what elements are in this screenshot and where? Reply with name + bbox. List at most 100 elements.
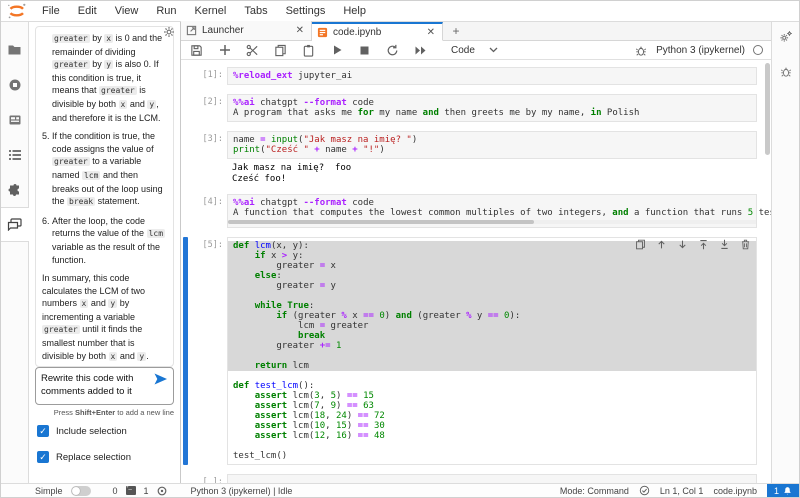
menu-settings[interactable]: Settings <box>277 1 335 21</box>
jupyter-logo-icon <box>7 2 27 20</box>
new-tab-button[interactable]: + <box>443 21 469 40</box>
checkbox-label[interactable]: Replace selection <box>56 452 131 463</box>
cursor-position[interactable]: Ln 1, Col 1 <box>660 486 704 496</box>
inline-code: y <box>108 299 118 309</box>
code-line: if x > y: <box>228 251 756 261</box>
kernel-status-text[interactable]: Python 3 (ipykernel) | Idle <box>191 486 293 496</box>
code-line: while True: <box>228 301 756 311</box>
file-browser-icon[interactable] <box>1 32 29 67</box>
notification-count: 1 <box>773 485 779 496</box>
chat-icon[interactable] <box>0 207 29 242</box>
inline-code: x <box>108 351 118 361</box>
inline-code: greater <box>52 34 90 43</box>
menu-help[interactable]: Help <box>334 1 375 21</box>
cell-editor[interactable]: def lcm(x, y): if x > y: greater = x els… <box>227 237 757 465</box>
delete-icon[interactable] <box>739 238 751 250</box>
checkbox-0[interactable]: ✓ <box>37 425 49 437</box>
tab-launcher-close-icon[interactable]: ✕ <box>294 25 306 36</box>
chat-option-row: ✓ Include selection <box>37 425 174 437</box>
cell-editor[interactable] <box>227 474 757 483</box>
cell-editor[interactable]: %reload_ext jupyter_ai <box>227 67 757 85</box>
inline-code: greater <box>52 157 90 167</box>
cell-editor[interactable]: name = input("Jak masz na imię? ") print(… <box>227 131 757 159</box>
interrupt-kernel-icon[interactable] <box>357 43 372 58</box>
chat-input-value[interactable]: Rewrite this code with comments added to… <box>41 372 150 398</box>
simple-mode-label: Simple <box>35 485 63 496</box>
property-inspector-icon[interactable] <box>1 102 29 137</box>
code-line: A program that asks me for my name and t… <box>233 108 640 118</box>
simple-mode-toggle[interactable] <box>70 485 91 496</box>
launcher-tab-icon <box>186 25 197 36</box>
tab-bar: Launcher ✕ code.ipynb ✕ + <box>181 21 771 41</box>
chevron-down-icon <box>489 47 498 53</box>
duplicate-icon[interactable] <box>634 238 646 250</box>
move-up-icon[interactable] <box>655 238 667 250</box>
copy-cells-icon[interactable] <box>273 43 288 58</box>
chat-input[interactable]: Rewrite this code with comments added to… <box>35 367 174 405</box>
kernel-name[interactable]: Python 3 (ipykernel) <box>656 45 745 56</box>
paste-cells-icon[interactable] <box>301 43 316 58</box>
code-line: assert lcm(18, 24) == 72 <box>254 411 385 421</box>
move-down-icon[interactable] <box>676 238 688 250</box>
kernel-count[interactable]: 1 <box>144 486 149 496</box>
code-cell[interactable]: [2]: %%ai chatgpt --format code A program … <box>187 94 757 122</box>
extensions-icon[interactable] <box>1 172 29 207</box>
ai-list-item: 6. After the loop, the code returns the v… <box>42 215 166 265</box>
code-line: greater = x <box>228 261 756 271</box>
left-activity-bar <box>0 22 29 483</box>
inline-code: lcm <box>146 229 166 239</box>
code-cell[interactable]: [ ]: <box>187 474 757 483</box>
code-cell-selected[interactable]: [5]: def lcm(x, y): if x > y: greater = x… <box>183 237 757 465</box>
tab-notebook-close-icon[interactable]: ✕ <box>425 27 437 38</box>
menu-run[interactable]: Run <box>147 1 185 21</box>
cell-output: Jak masz na imię? foo Cześć foo! <box>227 159 757 185</box>
notebook-scrollbar[interactable] <box>765 63 770 155</box>
cell-hscrollbar[interactable] <box>228 220 756 224</box>
cell-type-dropdown[interactable]: Code <box>451 45 498 56</box>
checkbox-1[interactable]: ✓ <box>37 451 49 463</box>
insert-cell-icon[interactable] <box>217 43 232 58</box>
menu-view[interactable]: View <box>106 1 148 21</box>
menu-file[interactable]: File <box>33 1 69 21</box>
insert-above-icon[interactable] <box>697 238 709 250</box>
inline-code: y <box>147 99 157 109</box>
debugger-sidebar-icon[interactable] <box>780 65 792 78</box>
chat-input-hint: Press Shift+Enter to add a new line <box>53 408 174 417</box>
restart-run-all-icon[interactable] <box>413 43 428 58</box>
menu-tabs[interactable]: Tabs <box>235 1 276 21</box>
menu-kernel[interactable]: Kernel <box>186 1 236 21</box>
chat-panel: greater by x is 0 and the remainder of d… <box>29 22 181 483</box>
ai-paragraph: In summary, this code calculates the LCM… <box>42 273 149 361</box>
code-line: %reload_ext jupyter_ai <box>233 71 353 81</box>
restart-kernel-icon[interactable] <box>385 43 400 58</box>
cell-prompt: [2]: <box>202 97 223 107</box>
run-cell-icon[interactable] <box>329 43 344 58</box>
code-line: test_lcm() <box>233 451 288 461</box>
tab-launcher[interactable]: Launcher ✕ <box>181 21 312 40</box>
cell-editor[interactable]: %%ai chatgpt --format code A program that… <box>227 94 757 122</box>
property-inspector-settings-icon[interactable] <box>779 30 793 43</box>
debugger-bug-icon[interactable] <box>633 43 648 58</box>
menu-edit[interactable]: Edit <box>69 1 106 21</box>
code-cell[interactable]: [4]: %%ai chatgpt --format code A function… <box>187 194 771 228</box>
spellcheck-status-icon <box>639 485 650 496</box>
checkbox-label[interactable]: Include selection <box>56 426 127 437</box>
cell-editor[interactable]: %%ai chatgpt --format code A function tha… <box>227 194 771 228</box>
notifications-badge[interactable]: 1 <box>766 484 799 497</box>
code-cell[interactable]: [3]: name = input("Jak masz na imię? ") pr… <box>187 131 757 185</box>
save-icon[interactable] <box>189 43 204 58</box>
cut-cells-icon[interactable] <box>245 43 260 58</box>
running-kernels-icon[interactable] <box>1 67 29 102</box>
code-line: %%ai chatgpt --format code <box>233 198 374 208</box>
terminal-count[interactable]: 0 <box>113 486 118 496</box>
tab-notebook[interactable]: code.ipynb ✕ <box>312 22 443 41</box>
table-of-contents-icon[interactable] <box>1 137 29 172</box>
insert-below-icon[interactable] <box>718 238 730 250</box>
code-line: assert lcm(10, 15) == 30 <box>254 421 385 431</box>
chat-settings-gear-icon[interactable] <box>163 26 175 38</box>
send-icon[interactable] <box>153 372 168 386</box>
bell-icon <box>784 486 791 494</box>
code-line: if (greater % x == 0) and (greater % y =… <box>228 311 756 321</box>
code-cell[interactable]: [1]: %reload_ext jupyter_ai <box>187 67 757 85</box>
